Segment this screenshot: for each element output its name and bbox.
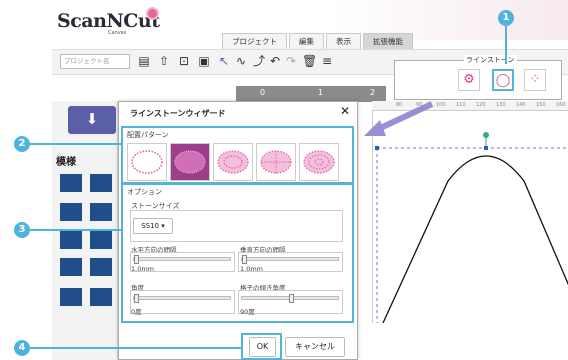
pattern-swatch[interactable] xyxy=(90,258,112,276)
placement-pattern-label: 配置パターン xyxy=(127,131,169,139)
flower-icon xyxy=(148,9,157,18)
pattern-swatch[interactable] xyxy=(60,258,82,276)
ok-button[interactable]: OK xyxy=(249,337,276,357)
callout-badge-2: 2 xyxy=(14,136,30,152)
angle-slider[interactable] xyxy=(133,294,231,303)
stone-size-select[interactable]: SS10 ▾ xyxy=(133,218,173,234)
pattern-option-selected[interactable] xyxy=(170,143,210,181)
slider-handle[interactable] xyxy=(134,294,139,303)
app-logo-sub: Canvas xyxy=(108,30,127,36)
callout-leader xyxy=(505,26,507,64)
upload-icon[interactable]: ⇧ xyxy=(157,53,171,69)
layers-icon[interactable]: ≡ xyxy=(320,53,334,69)
grid-angle-value: 90度 xyxy=(240,308,255,316)
app-logo: ScanNCut xyxy=(57,10,160,32)
redo-icon[interactable]: ↷ xyxy=(284,53,298,69)
menu-tabs: プロジェクト 編集 表示 拡張機能 xyxy=(222,33,415,49)
angle-value: 0度 xyxy=(131,308,142,316)
callout-badge-1: 1 xyxy=(498,10,514,26)
slider-handle[interactable] xyxy=(289,294,294,303)
ruler-tick: 100 xyxy=(436,102,446,108)
ruler-tick: 160 xyxy=(556,102,566,108)
rhinestone-fill-button[interactable]: ⁘ xyxy=(524,69,546,91)
pattern-option[interactable] xyxy=(256,143,296,181)
undo-icon[interactable]: ↶ xyxy=(268,53,282,69)
stone-size-value: SS10 xyxy=(141,222,160,230)
callout-leader xyxy=(30,143,122,145)
ruler-tick: 130 xyxy=(496,102,506,108)
rhinestone-wizard-button[interactable]: ◯ xyxy=(492,69,514,91)
pointer-arrow xyxy=(362,100,434,142)
pattern-option[interactable] xyxy=(127,143,167,181)
callout-leader xyxy=(30,347,242,349)
pattern-swatch[interactable] xyxy=(60,174,82,192)
project-name-input[interactable]: プロジェクト名 xyxy=(60,54,130,69)
h-spacing-value: 1.0mm xyxy=(131,265,155,273)
canvas-shape[interactable] xyxy=(373,111,568,324)
ruler-tick: 150 xyxy=(536,102,546,108)
dialog-title: ラインストーンウィザード xyxy=(130,109,226,118)
v-spacing-slider[interactable] xyxy=(241,255,339,264)
tab-view[interactable]: 表示 xyxy=(326,33,361,49)
v-spacing-value: 1.0mm xyxy=(240,265,264,273)
select-pointer-icon[interactable]: ↖ xyxy=(217,53,231,69)
ruler-tick: 140 xyxy=(516,102,526,108)
pen-icon[interactable]: ⤴ xyxy=(252,53,266,69)
callout-badge-3: 3 xyxy=(14,222,30,238)
pattern-option[interactable] xyxy=(213,143,253,181)
delete-icon[interactable]: 🗑 xyxy=(302,53,317,69)
import-button[interactable]: ⬇ xyxy=(68,106,116,134)
pattern-swatch[interactable] xyxy=(90,231,112,249)
node-edit-icon[interactable]: ∿ xyxy=(234,53,248,69)
slider-handle[interactable] xyxy=(242,255,247,264)
pattern-swatch[interactable] xyxy=(90,288,112,306)
pattern-swatch[interactable] xyxy=(90,174,112,192)
open-icon[interactable]: ⊡ xyxy=(177,53,191,69)
h-spacing-slider[interactable] xyxy=(133,255,231,264)
angle-group xyxy=(130,290,235,314)
callout-badge-4: 4 xyxy=(14,340,30,356)
tab-extensions[interactable]: 拡張機能 xyxy=(363,33,413,49)
ruler-tick: 2 xyxy=(370,88,376,97)
design-canvas[interactable] xyxy=(372,111,568,324)
pattern-swatch[interactable] xyxy=(60,231,82,249)
tab-edit[interactable]: 編集 xyxy=(289,33,324,49)
ruler-tick: 120 xyxy=(476,102,486,108)
pattern-heading: 模様 xyxy=(56,157,76,168)
rhinestone-panel-title: ラインストーン xyxy=(464,55,517,65)
new-file-icon[interactable]: ▤ xyxy=(137,53,151,69)
ruler-tick: 1 xyxy=(318,88,324,97)
pattern-swatch[interactable] xyxy=(60,288,82,306)
ruler-tick: 110 xyxy=(456,102,466,108)
image-icon[interactable]: ▣ xyxy=(197,53,211,69)
callout-leader xyxy=(30,229,122,231)
rhinestone-edit-button[interactable]: ⚙ xyxy=(458,69,480,91)
tab-project[interactable]: プロジェクト xyxy=(222,33,287,49)
pattern-option[interactable] xyxy=(299,143,339,181)
options-label: オプション xyxy=(127,188,162,196)
grid-angle-slider[interactable] xyxy=(241,294,339,303)
slider-handle[interactable] xyxy=(134,255,139,264)
ruler-tick: 0 xyxy=(260,88,266,97)
close-icon[interactable]: ✕ xyxy=(340,104,350,118)
cancel-button[interactable]: キャンセル xyxy=(285,337,345,357)
pattern-swatch[interactable] xyxy=(60,203,82,221)
pattern-swatch[interactable] xyxy=(90,203,112,221)
